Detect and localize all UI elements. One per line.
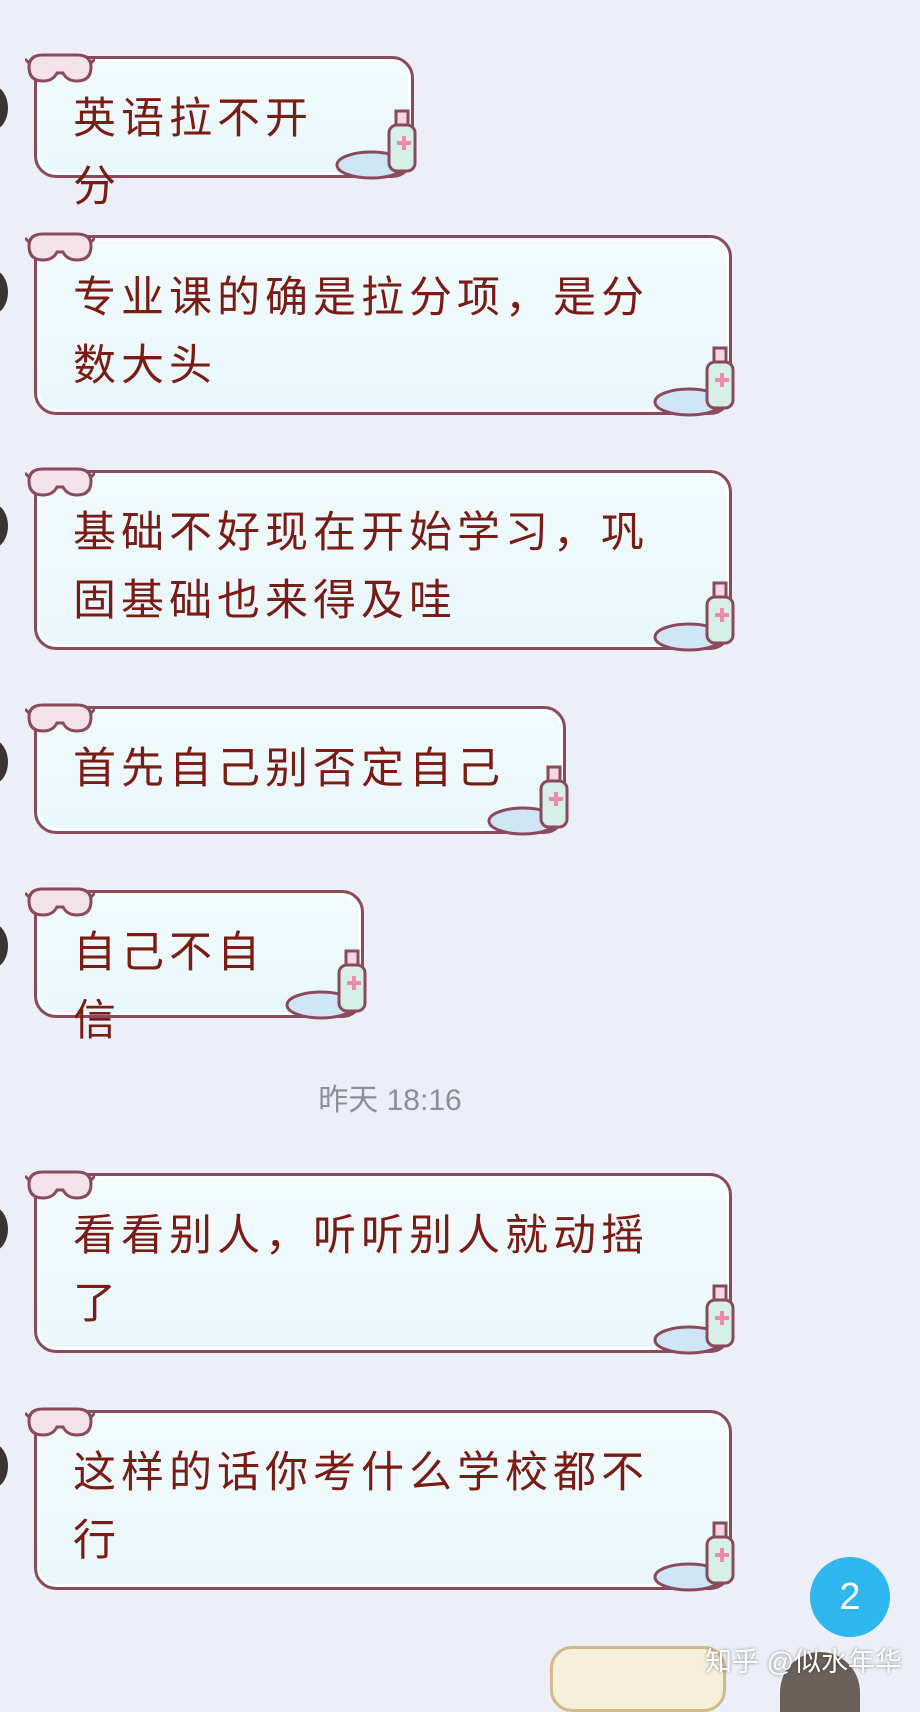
hand-sanitizer-icon	[283, 943, 375, 1031]
message-bubble[interactable]: 这样的话你考什么学校都不行	[23, 1407, 735, 1592]
hand-sanitizer-icon	[651, 1278, 743, 1366]
hand-sanitizer-icon	[651, 340, 743, 428]
sender-avatar[interactable]	[0, 740, 8, 784]
sender-avatar[interactable]	[0, 924, 8, 968]
sender-avatar[interactable]	[0, 270, 8, 314]
hand-sanitizer-icon	[651, 1515, 743, 1603]
sender-avatar[interactable]	[0, 86, 8, 130]
message-text: 首先自己别否定自己	[73, 744, 505, 794]
watermark: 知乎 @似水年华	[705, 1647, 902, 1677]
sender-avatar[interactable]	[0, 1207, 8, 1251]
message-text: 这样的话你考什么学校都不行	[73, 1448, 649, 1566]
message-bubble[interactable]: 专业课的确是拉分项，是分数大头	[23, 232, 735, 417]
sender-avatar[interactable]	[0, 1444, 8, 1488]
hand-sanitizer-icon	[485, 759, 577, 847]
message-text: 英语拉不开分	[73, 94, 313, 212]
sender-avatar[interactable]	[0, 504, 8, 548]
message-text: 专业课的确是拉分项，是分数大头	[73, 273, 649, 391]
hand-sanitizer-icon	[333, 103, 425, 191]
message-bubble-partial[interactable]	[550, 1646, 726, 1712]
message-timestamp: 昨天 18:16	[318, 1084, 462, 1117]
message-bubble[interactable]: 自己不自信	[23, 887, 367, 1046]
hand-sanitizer-icon	[651, 575, 743, 663]
message-text: 看看别人，听听别人就动摇了	[73, 1211, 649, 1329]
message-text: 自己不自信	[73, 928, 265, 1046]
message-bubble[interactable]: 看看别人，听听别人就动摇了	[23, 1170, 735, 1355]
message-bubble[interactable]: 英语拉不开分	[23, 53, 417, 212]
message-text: 基础不好现在开始学习，巩固基础也来得及哇	[73, 508, 649, 626]
message-bubble[interactable]: 首先自己别否定自己	[23, 703, 569, 836]
unread-count-badge[interactable]: 2	[810, 1557, 890, 1637]
message-bubble[interactable]: 基础不好现在开始学习，巩固基础也来得及哇	[23, 467, 735, 652]
